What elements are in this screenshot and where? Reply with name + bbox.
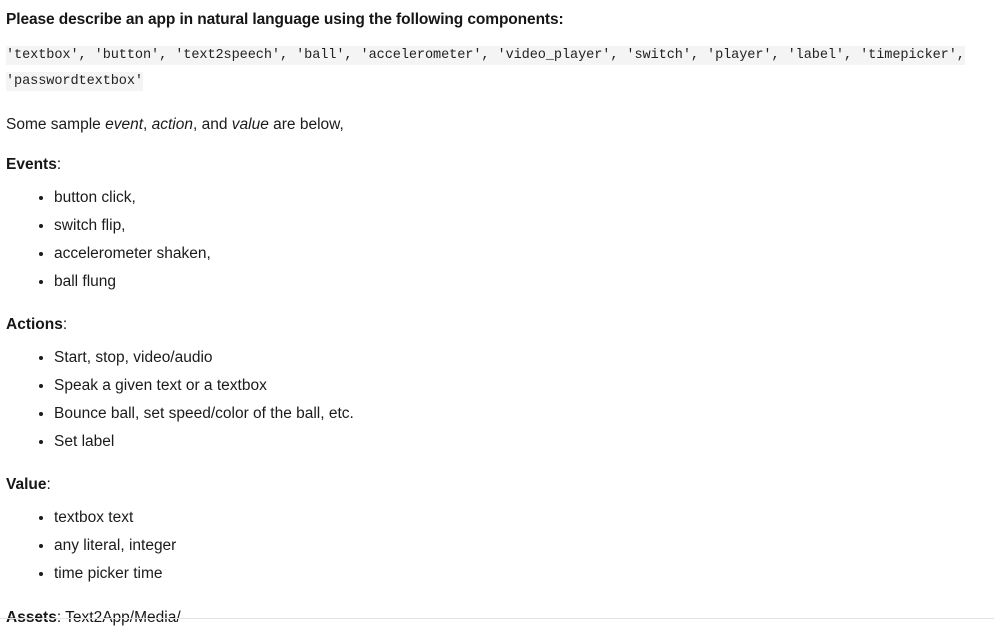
section-heading-value-label: Value	[6, 475, 47, 493]
list-item: button click,	[6, 184, 994, 212]
document-body: Please describe an app in natural langua…	[0, 10, 1000, 628]
list-item: textbox text	[6, 504, 994, 532]
list-item: time picker time	[6, 560, 994, 588]
list-item: Speak a given text or a textbox	[6, 372, 994, 400]
list-item: switch flip,	[6, 212, 994, 240]
intro-separator-1: ,	[143, 116, 152, 134]
list-item: accelerometer shaken,	[6, 240, 994, 268]
section-heading-events-colon: :	[56, 155, 62, 173]
list-item: ball flung	[6, 268, 994, 296]
list-item: Set label	[6, 428, 994, 456]
intro-separator-2: , and	[193, 116, 232, 134]
list-item: Bounce ball, set speed/color of the ball…	[6, 400, 994, 428]
intro-text-after: are below,	[268, 116, 344, 134]
footer-divider	[0, 618, 994, 619]
intro-emphasis-action: action	[151, 116, 193, 134]
section-heading-value: Value:	[6, 475, 994, 495]
value-list: textbox text any literal, integer time p…	[6, 504, 994, 588]
actions-list: Start, stop, video/audio Speak a given t…	[6, 344, 994, 456]
intro-emphasis-event: event	[105, 116, 143, 134]
list-item: Start, stop, video/audio	[6, 344, 994, 372]
intro-emphasis-value: value	[231, 116, 269, 134]
section-heading-value-colon: :	[46, 475, 51, 493]
events-list: button click, switch flip, accelerometer…	[6, 184, 994, 296]
page-title: Please describe an app in natural langua…	[6, 11, 564, 28]
intro-text-before: Some sample	[6, 116, 106, 134]
intro-paragraph: Some sample event, action, and value are…	[6, 115, 994, 135]
components-code-block: 'textbox', 'button', 'text2speech', 'bal…	[6, 43, 994, 95]
section-heading-events: Events:	[6, 155, 994, 175]
section-heading-actions-colon: :	[62, 315, 68, 333]
section-heading-events-label: Events	[6, 155, 57, 173]
list-item: any literal, integer	[6, 532, 994, 560]
section-heading-actions: Actions:	[6, 315, 994, 335]
components-code-text: 'textbox', 'button', 'text2speech', 'bal…	[6, 46, 965, 92]
section-heading-actions-label: Actions	[6, 315, 63, 333]
